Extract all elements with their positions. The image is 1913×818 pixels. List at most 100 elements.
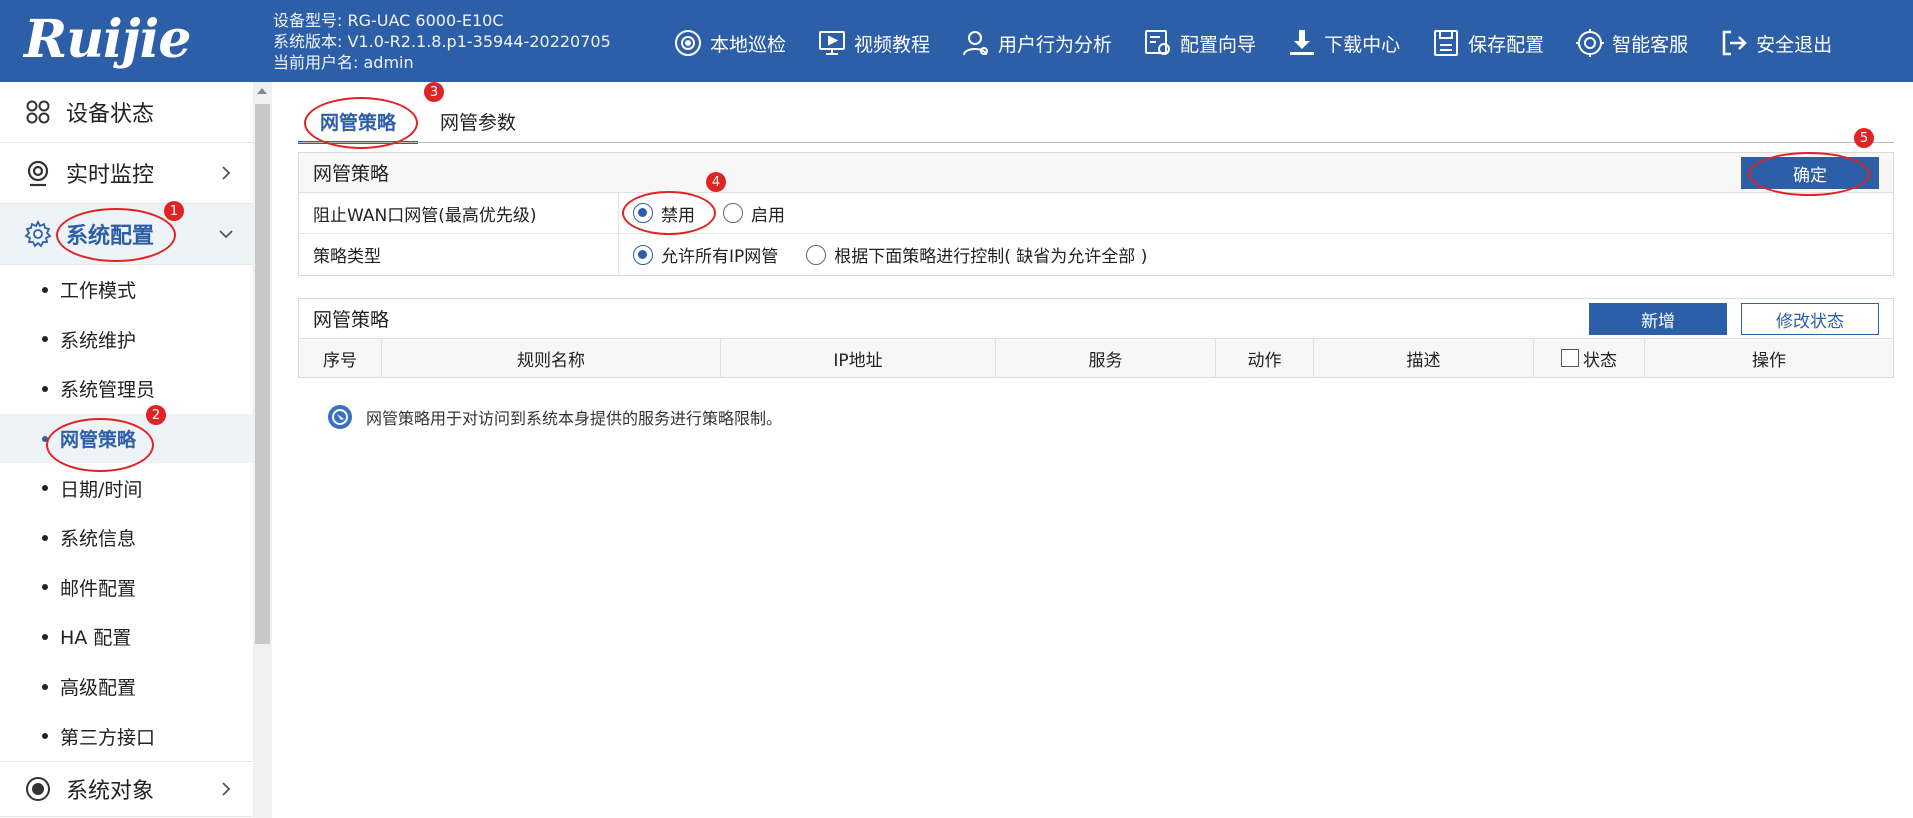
nav-local-inspection[interactable]: 本地巡检 (672, 27, 786, 59)
customer-service-icon (1576, 29, 1605, 57)
tab-bar: 网管策略 网管参数 (298, 106, 538, 144)
submenu-third-party[interactable]: 第三方接口 (0, 711, 253, 761)
submenu-label: 工作模式 (60, 280, 137, 303)
rules-panel: 网管策略 新增 修改状态 序号 规则名称 IP地址 服务 动作 描述 状态 操作 (298, 298, 1894, 378)
tab-underline (298, 142, 1894, 143)
user-behavior-icon (963, 31, 989, 56)
submenu-ha-config[interactable]: HA 配置 (0, 612, 253, 662)
submenu-work-mode[interactable]: 工作模式 (0, 265, 253, 315)
objects-icon (26, 776, 50, 801)
add-button[interactable]: 新增 (1589, 303, 1727, 335)
col-service: 服务 (996, 339, 1216, 377)
radio-label: 根据下面策略进行控制( 缺省为允许全部 ) (834, 247, 1148, 267)
panel-header: 网管策略 新增 修改状态 (299, 299, 1893, 339)
current-user: 当前用户名: admin (273, 53, 414, 72)
panel-header: 网管策略 确定 (299, 153, 1893, 193)
radio-allow-all-ip[interactable]: 允许所有IP网管 (633, 242, 778, 267)
col-index: 序号 (299, 339, 382, 377)
nav-user-behavior[interactable]: 用户行为分析 (960, 27, 1112, 59)
col-status: 状态 (1534, 339, 1645, 377)
panel-title: 网管策略 (313, 163, 390, 185)
nav-label: 保存配置 (1468, 33, 1545, 56)
modify-status-button[interactable]: 修改状态 (1741, 303, 1879, 335)
select-all-checkbox[interactable] (1561, 349, 1579, 367)
radio-circle (633, 244, 653, 265)
col-rule-name: 规则名称 (382, 339, 721, 377)
bullet (42, 336, 48, 343)
nav-logout[interactable]: 安全退出 (1718, 27, 1832, 59)
local-inspection-icon (675, 30, 701, 56)
col-ip-address: IP地址 (721, 339, 996, 377)
form-label: 阻止WAN口网管(最高优先级) (299, 193, 619, 233)
bullet (42, 385, 48, 392)
radio-circle (806, 244, 827, 265)
confirm-button[interactable]: 确定 (1741, 157, 1879, 189)
scroll-up-arrow-icon[interactable] (257, 88, 267, 94)
nav-label: 视频教程 (854, 33, 931, 56)
bullet (42, 683, 48, 690)
info-compass-icon (328, 405, 352, 429)
submenu-label: 系统维护 (60, 329, 137, 352)
submenu-system-maintenance[interactable]: 系统维护 (0, 315, 253, 365)
webcam-icon (27, 160, 49, 187)
nav-save-config[interactable]: 保存配置 (1430, 27, 1544, 59)
bullet (42, 286, 48, 293)
scrollbar-thumb[interactable] (255, 104, 270, 644)
submenu-system-admin[interactable]: 系统管理员 (0, 364, 253, 414)
submenu-date-time[interactable]: 日期/时间 (0, 463, 253, 513)
policy-panel: 网管策略 确定 阻止WAN口网管(最高优先级) 禁用 启用 策略类型 允许所有I… (298, 152, 1894, 276)
nav-config-wizard[interactable]: 配置向导 (1142, 27, 1256, 59)
bullet (42, 534, 48, 541)
tab-mgmt-policy[interactable]: 网管策略 (298, 106, 419, 144)
submenu-label: 系统信息 (60, 528, 137, 551)
policy-type-options: 允许所有IP网管 根据下面策略进行控制( 缺省为允许全部 ) (619, 234, 1893, 275)
sidebar-item-label: 设备状态 (66, 102, 155, 127)
submenu-system-info[interactable]: 系统信息 (0, 513, 253, 563)
tab-mgmt-params[interactable]: 网管参数 (418, 106, 538, 144)
sidebar-item-system-objects[interactable]: 系统对象 (0, 760, 253, 817)
logout-icon (1722, 30, 1747, 56)
sidebar-item-realtime-monitor[interactable]: 实时监控 (0, 143, 253, 204)
sidebar-item-system-config[interactable]: 系统配置 (0, 204, 253, 265)
nav-customer-service[interactable]: 智能客服 (1574, 27, 1688, 59)
main-content: 网管策略 网管参数 网管策略 确定 阻止WAN口网管(最高优先级) 禁用 启用 … (272, 82, 1913, 818)
nav-label: 配置向导 (1180, 33, 1257, 56)
bullet (42, 584, 48, 591)
block-wan-row: 阻止WAN口网管(最高优先级) 禁用 启用 (299, 193, 1893, 234)
submenu-label: 网管策略 (60, 429, 137, 452)
bullet (42, 633, 48, 640)
ruijie-logo: Ruijie (24, 9, 191, 70)
policy-type-row: 策略类型 允许所有IP网管 根据下面策略进行控制( 缺省为允许全部 ) (299, 234, 1893, 275)
nav-download-center[interactable]: 下载中心 (1286, 27, 1400, 59)
col-operation: 操作 (1752, 350, 1786, 371)
chevron-right-icon (222, 782, 231, 796)
sidebar-scrollbar[interactable] (253, 82, 272, 818)
save-icon (1434, 30, 1459, 56)
nav-video-tutorial[interactable]: 视频教程 (816, 27, 930, 59)
radio-disable[interactable]: 禁用 (633, 201, 695, 226)
submenu-mgmt-policy[interactable]: 网管策略 (0, 413, 253, 464)
video-tutorial-icon (819, 31, 846, 55)
submenu-label: 日期/时间 (60, 478, 143, 501)
nav-label: 智能客服 (1612, 33, 1689, 56)
nav-label: 用户行为分析 (998, 33, 1113, 56)
radio-circle (633, 203, 653, 223)
top-nav: 本地巡检 视频教程 用户行为分析 配置向导 下载中心 保存配置 智能客服 安全退… (672, 22, 1832, 64)
sidebar-item-device-status[interactable]: 设备状态 (0, 82, 253, 143)
submenu-advanced-config[interactable]: 高级配置 (0, 662, 253, 712)
sidebar-item-label: 系统配置 (66, 224, 155, 249)
form-label: 策略类型 (299, 234, 619, 275)
download-icon (1290, 30, 1315, 55)
system-version: 系统版本: V1.0-R2.1.8.p1-35944-20220705 (273, 32, 611, 51)
radio-policy-control[interactable]: 根据下面策略进行控制( 缺省为允许全部 ) (806, 242, 1147, 267)
bullet (42, 733, 48, 740)
col-status-label: 状态 (1583, 350, 1617, 371)
submenu-label: 高级配置 (60, 677, 137, 700)
submenu-mail-config[interactable]: 邮件配置 (0, 563, 253, 613)
nav-label: 下载中心 (1324, 33, 1401, 56)
bullet (42, 435, 48, 442)
device-info: 设备型号: RG-UAC 6000-E10C 系统版本: V1.0-R2.1.8… (273, 10, 611, 73)
system-config-submenu: 工作模式 系统维护 系统管理员 网管策略 日期/时间 系统信息 邮件配置 HA … (0, 265, 253, 761)
radio-label: 允许所有IP网管 (661, 247, 779, 267)
radio-enable[interactable]: 启用 (723, 201, 785, 226)
